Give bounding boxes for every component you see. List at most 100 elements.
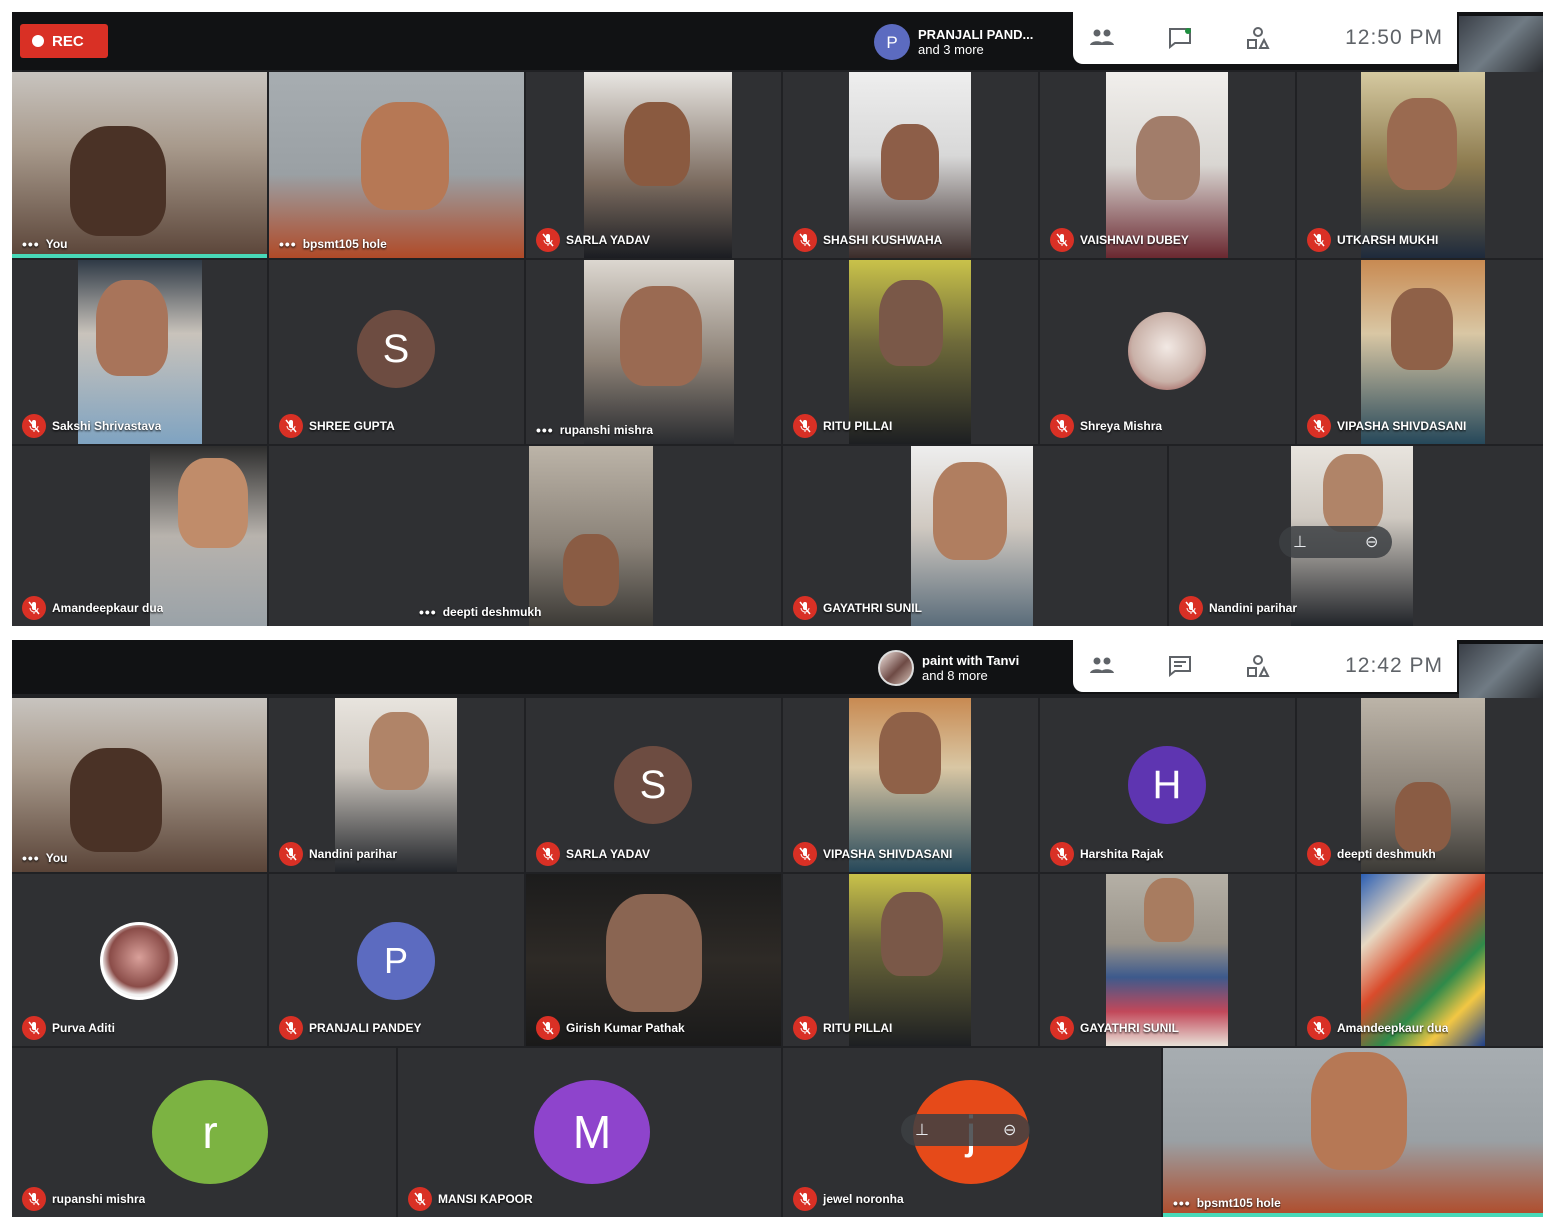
participant-label: VAISHNAVI DUBEY	[1050, 228, 1189, 252]
participant-tile[interactable]: ••• bpsmt105 hole	[1163, 1048, 1543, 1217]
more-options-icon[interactable]: •••	[419, 604, 437, 620]
participant-tile[interactable]: RITU PILLAI	[783, 260, 1038, 444]
participant-tile[interactable]: Shreya Mishra	[1040, 260, 1295, 444]
participant-tile[interactable]: Girish Kumar Pathak	[526, 874, 781, 1046]
pin-icon[interactable]: ⊥	[915, 1120, 929, 1140]
participant-label: jewel noronha	[793, 1187, 904, 1211]
participant-label: VIPASHA SHIVDASANI	[793, 842, 952, 866]
participant-label: ••• You	[22, 850, 68, 866]
presenter-more: and 3 more	[918, 42, 984, 57]
people-icon[interactable]	[1087, 23, 1117, 53]
participant-tile[interactable]: Nandini parihar	[269, 698, 524, 872]
participant-tile[interactable]: ••• You	[12, 698, 267, 872]
mic-off-icon	[793, 1187, 817, 1211]
participant-tile[interactable]: P PRANJALI PANDEY	[269, 874, 524, 1046]
participant-label: Girish Kumar Pathak	[536, 1016, 685, 1040]
participant-tile[interactable]: H Harshita Rajak	[1040, 698, 1295, 872]
participant-avatar: S	[357, 310, 435, 388]
participant-tile[interactable]: RITU PILLAI	[783, 874, 1038, 1046]
more-options-icon[interactable]: •••	[22, 850, 40, 866]
mic-off-icon	[22, 1187, 46, 1211]
participant-label: PRANJALI PANDEY	[279, 1016, 421, 1040]
participant-label: Sakshi Shrivastava	[22, 414, 161, 438]
presenter-more: and 8 more	[922, 668, 988, 683]
participant-avatar: H	[1128, 746, 1206, 824]
chat-icon[interactable]	[1165, 651, 1195, 681]
participant-label: UTKARSH MUKHI	[1307, 228, 1438, 252]
participant-tile[interactable]: deepti deshmukh	[1297, 698, 1543, 872]
participant-label: SARLA YADAV	[536, 228, 650, 252]
more-options-icon[interactable]: •••	[279, 236, 297, 252]
more-options-icon[interactable]: •••	[22, 236, 40, 252]
participant-avatar-photo	[1128, 312, 1206, 390]
presenter-name: PRANJALI PAND...	[918, 27, 1034, 42]
mic-off-icon	[793, 842, 817, 866]
mic-off-icon	[1307, 1016, 1331, 1040]
participant-label: RITU PILLAI	[793, 1016, 892, 1040]
mic-off-icon	[1307, 414, 1331, 438]
presenter-avatar: P	[874, 24, 910, 60]
more-options-icon[interactable]: •••	[1173, 1195, 1191, 1211]
participant-tile[interactable]: S SHREE GUPTA	[269, 260, 524, 444]
participant-tile[interactable]: ⊥ ⊖ Nandini parihar	[1169, 446, 1543, 626]
presenter-name: paint with Tanvi	[922, 653, 1020, 668]
self-view-thumbnail[interactable]	[1459, 644, 1543, 700]
participant-label: Shreya Mishra	[1050, 414, 1162, 438]
participant-tile[interactable]: ••• rupanshi mishra	[526, 260, 781, 444]
participant-tile[interactable]: S SARLA YADAV	[526, 698, 781, 872]
participant-label: Harshita Rajak	[1050, 842, 1163, 866]
participant-label: ••• bpsmt105 hole	[279, 236, 387, 252]
remove-icon[interactable]: ⊖	[1365, 532, 1378, 552]
participant-tile[interactable]: ••• deepti deshmukh	[269, 446, 781, 626]
participant-avatar: r	[152, 1080, 268, 1184]
meeting-clock: 12:42 PM	[1345, 654, 1443, 677]
participant-tile[interactable]: ••• You	[12, 72, 267, 258]
self-view-thumbnail[interactable]	[1459, 16, 1543, 72]
tile-hover-controls: ⊥ ⊖	[1279, 526, 1393, 558]
mic-off-icon	[793, 414, 817, 438]
participant-tile[interactable]: UTKARSH MUKHI	[1297, 72, 1543, 258]
participant-label: ••• rupanshi mishra	[536, 422, 654, 438]
pin-icon[interactable]: ⊥	[1293, 532, 1307, 552]
recording-indicator: REC	[20, 24, 108, 58]
presenter-chip[interactable]: P PRANJALI PAND... and 3 more	[874, 18, 1033, 66]
participant-tile[interactable]: Amandeepkaur dua	[1297, 874, 1543, 1046]
more-options-icon[interactable]: •••	[536, 422, 554, 438]
participant-label: Amandeepkaur dua	[1307, 1016, 1448, 1040]
participant-tile[interactable]: ••• bpsmt105 hole	[269, 72, 524, 258]
mic-off-icon	[408, 1187, 432, 1211]
mic-off-icon	[793, 228, 817, 252]
participant-tile[interactable]: VAISHNAVI DUBEY	[1040, 72, 1295, 258]
presenter-avatar-photo	[878, 650, 914, 686]
participant-avatar: S	[614, 746, 692, 824]
meeting-screenshot-1250: REC P PRANJALI PAND... and 3 more 12:50 …	[12, 12, 1543, 626]
participant-tile[interactable]: VIPASHA SHIVDASANI	[1297, 260, 1543, 444]
participant-tile[interactable]: SHASHI KUSHWAHA	[783, 72, 1038, 258]
participant-tile[interactable]: GAYATHRI SUNIL	[783, 446, 1167, 626]
participant-tile[interactable]: r rupanshi mishra	[12, 1048, 396, 1217]
participant-label: Nandini parihar	[279, 842, 397, 866]
activities-icon[interactable]	[1243, 651, 1273, 681]
participant-tile[interactable]: Amandeepkaur dua	[12, 446, 267, 626]
participant-tile[interactable]: M MANSI KAPOOR	[398, 1048, 781, 1217]
participant-label: GAYATHRI SUNIL	[793, 596, 922, 620]
meeting-clock: 12:50 PM	[1345, 26, 1443, 49]
mic-off-icon	[22, 414, 46, 438]
chat-icon[interactable]	[1165, 23, 1195, 53]
presenter-chip[interactable]: paint with Tanvi and 8 more	[878, 644, 1019, 692]
activities-icon[interactable]	[1243, 23, 1273, 53]
meeting-screenshot-1242: paint with Tanvi and 8 more 12:42 PM •••…	[12, 640, 1543, 1217]
remove-icon[interactable]: ⊖	[1003, 1120, 1016, 1140]
people-icon[interactable]	[1087, 651, 1117, 681]
participant-tile[interactable]: GAYATHRI SUNIL	[1040, 874, 1295, 1046]
participant-tile[interactable]: Sakshi Shrivastava	[12, 260, 267, 444]
mic-off-icon	[1050, 842, 1074, 866]
participant-label: Amandeepkaur dua	[22, 596, 163, 620]
participant-tile[interactable]: VIPASHA SHIVDASANI	[783, 698, 1038, 872]
mic-off-icon	[1307, 842, 1331, 866]
participant-tile[interactable]: Purva Aditi	[12, 874, 267, 1046]
participant-tile[interactable]: j ⊥ ⊖ jewel noronha	[783, 1048, 1161, 1217]
meeting-controls-panel: 12:50 PM	[1073, 12, 1457, 64]
mic-off-icon	[1307, 228, 1331, 252]
participant-tile[interactable]: SARLA YADAV	[526, 72, 781, 258]
